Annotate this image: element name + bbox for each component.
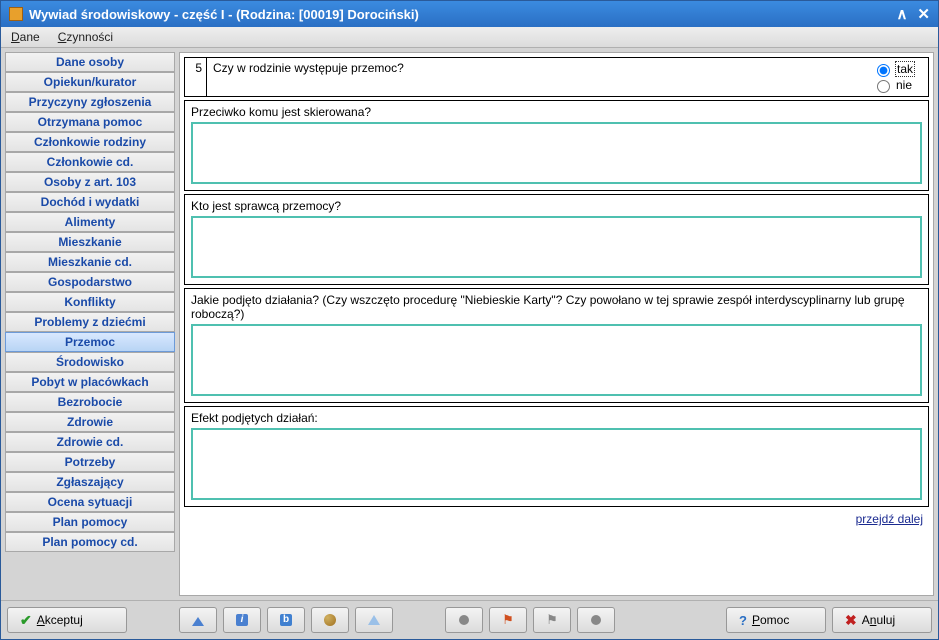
help-icon: ? bbox=[739, 613, 747, 628]
body: Dane osobyOpiekun/kuratorPrzyczyny zgłos… bbox=[1, 48, 938, 600]
sidebar-item-20[interactable]: Potrzeby bbox=[5, 452, 175, 472]
menu-czynnosci[interactable]: Czynności bbox=[58, 30, 113, 44]
sidebar-item-12[interactable]: Konflikty bbox=[5, 292, 175, 312]
section-target-input[interactable] bbox=[191, 122, 922, 184]
question-number: 5 bbox=[185, 58, 207, 96]
sidebar-item-19[interactable]: Zdrowie cd. bbox=[5, 432, 175, 452]
sidebar-item-9[interactable]: Mieszkanie bbox=[5, 232, 175, 252]
sidebar-item-7[interactable]: Dochód i wydatki bbox=[5, 192, 175, 212]
dot1-button[interactable] bbox=[445, 607, 483, 633]
cancel-label: uluj bbox=[876, 613, 895, 627]
sidebar-item-1[interactable]: Opiekun/kurator bbox=[5, 72, 175, 92]
check-icon: ✔ bbox=[20, 612, 32, 629]
help-label: omoc bbox=[760, 613, 789, 627]
up-button[interactable] bbox=[355, 607, 393, 633]
close-icon[interactable]: ✕ bbox=[917, 5, 930, 23]
radio-no-input[interactable] bbox=[877, 80, 890, 93]
sidebar-item-0[interactable]: Dane osoby bbox=[5, 52, 175, 72]
sidebar-item-14[interactable]: Przemoc bbox=[5, 332, 175, 352]
sidebar-item-23[interactable]: Plan pomocy bbox=[5, 512, 175, 532]
sidebar-item-13[interactable]: Problemy z dziećmi bbox=[5, 312, 175, 332]
section-offender-label: Kto jest sprawcą przemocy? bbox=[191, 199, 922, 213]
home-button[interactable] bbox=[179, 607, 217, 633]
help-button[interactable]: ? Pomoc bbox=[726, 607, 826, 633]
radio-yes[interactable]: tak bbox=[872, 61, 922, 77]
triangle-up-icon bbox=[368, 615, 380, 625]
window-title: Wywiad środowiskowy - część I - (Rodzina… bbox=[29, 7, 896, 22]
app-icon bbox=[9, 7, 23, 21]
sidebar-item-21[interactable]: Zgłaszający bbox=[5, 472, 175, 492]
radio-no-label: nie bbox=[896, 78, 912, 92]
section-effect-label: Efekt podjętych działań: bbox=[191, 411, 922, 425]
next-row: przejdź dalej bbox=[184, 510, 929, 526]
pin-orange-icon: ⚑ bbox=[502, 612, 514, 628]
sidebar-item-15[interactable]: Środowisko bbox=[5, 352, 175, 372]
radio-no[interactable]: nie bbox=[872, 77, 922, 93]
sidebar-item-24[interactable]: Plan pomocy cd. bbox=[5, 532, 175, 552]
sidebar-item-22[interactable]: Ocena sytuacji bbox=[5, 492, 175, 512]
accept-button[interactable]: ✔ Akceptuj bbox=[7, 607, 127, 633]
sidebar: Dane osobyOpiekun/kuratorPrzyczyny zgłos… bbox=[5, 52, 175, 596]
bold-button[interactable]: b bbox=[267, 607, 305, 633]
cancel-button[interactable]: ✖ Anuluj bbox=[832, 607, 932, 633]
home-icon bbox=[192, 617, 204, 626]
info-button[interactable]: i bbox=[223, 607, 261, 633]
section-target-label: Przeciwko komu jest skierowana? bbox=[191, 105, 922, 119]
question-row: 5 Czy w rodzinie występuje przemoc? tak … bbox=[184, 57, 929, 97]
pin-grey-icon: ⚑ bbox=[546, 612, 558, 628]
sidebar-item-16[interactable]: Pobyt w placówkach bbox=[5, 372, 175, 392]
next-link[interactable]: przejdź dalej bbox=[856, 512, 923, 526]
globe-icon bbox=[324, 614, 336, 626]
radio-yes-input[interactable] bbox=[877, 64, 890, 77]
content-panel: 5 Czy w rodzinie występuje przemoc? tak … bbox=[179, 52, 934, 596]
section-actions-input[interactable] bbox=[191, 324, 922, 396]
cancel-icon: ✖ bbox=[845, 612, 857, 629]
section-offender-input[interactable] bbox=[191, 216, 922, 278]
menubar: Dane Czynności bbox=[1, 27, 938, 48]
globe-button[interactable] bbox=[311, 607, 349, 633]
question-text: Czy w rodzinie występuje przemoc? bbox=[213, 61, 872, 93]
menu-dane[interactable]: Dane bbox=[11, 30, 40, 44]
titlebar[interactable]: Wywiad środowiskowy - część I - (Rodzina… bbox=[1, 1, 938, 27]
window: Wywiad środowiskowy - część I - (Rodzina… bbox=[0, 0, 939, 640]
minimize-icon[interactable]: ∧ bbox=[896, 5, 907, 23]
sidebar-item-5[interactable]: Członkowie cd. bbox=[5, 152, 175, 172]
info-icon: i bbox=[236, 614, 248, 626]
pin1-button[interactable]: ⚑ bbox=[489, 607, 527, 633]
sidebar-item-3[interactable]: Otrzymana pomoc bbox=[5, 112, 175, 132]
footer-toolbar: ✔ Akceptuj i b ⚑ ⚑ ? Pomoc ✖ Anuluj bbox=[1, 600, 938, 639]
radio-yes-label: tak bbox=[896, 62, 914, 76]
sidebar-item-4[interactable]: Członkowie rodziny bbox=[5, 132, 175, 152]
dot2-icon bbox=[591, 615, 601, 625]
sidebar-item-11[interactable]: Gospodarstwo bbox=[5, 272, 175, 292]
pin2-button[interactable]: ⚑ bbox=[533, 607, 571, 633]
accept-label: kceptuj bbox=[45, 613, 83, 627]
section-effect-input[interactable] bbox=[191, 428, 922, 500]
sidebar-item-8[interactable]: Alimenty bbox=[5, 212, 175, 232]
bold-icon: b bbox=[280, 614, 292, 626]
sidebar-item-10[interactable]: Mieszkanie cd. bbox=[5, 252, 175, 272]
sidebar-item-2[interactable]: Przyczyny zgłoszenia bbox=[5, 92, 175, 112]
section-offender: Kto jest sprawcą przemocy? bbox=[184, 194, 929, 285]
section-target: Przeciwko komu jest skierowana? bbox=[184, 100, 929, 191]
sidebar-item-17[interactable]: Bezrobocie bbox=[5, 392, 175, 412]
dot-icon bbox=[459, 615, 469, 625]
dot2-button[interactable] bbox=[577, 607, 615, 633]
section-actions-label: Jakie podjęto działania? (Czy wszczęto p… bbox=[191, 293, 922, 321]
sidebar-item-18[interactable]: Zdrowie bbox=[5, 412, 175, 432]
section-effect: Efekt podjętych działań: bbox=[184, 406, 929, 507]
radio-group: tak nie bbox=[872, 61, 922, 93]
sidebar-item-6[interactable]: Osoby z art. 103 bbox=[5, 172, 175, 192]
section-actions: Jakie podjęto działania? (Czy wszczęto p… bbox=[184, 288, 929, 403]
